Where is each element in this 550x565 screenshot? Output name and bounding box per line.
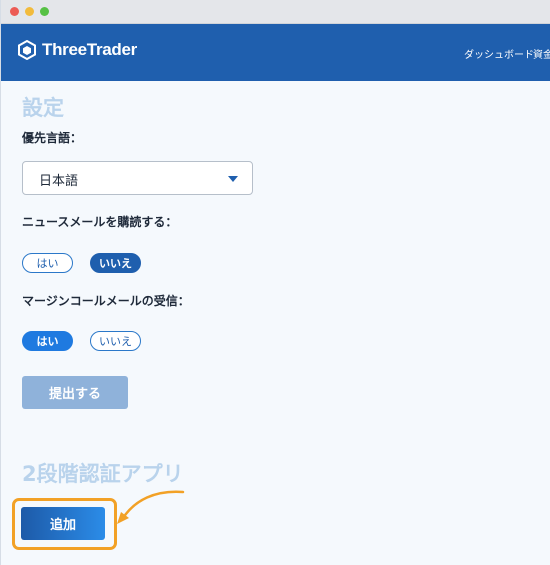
two-factor-title: 2段階認証アプリ <box>22 462 184 486</box>
minimize-window-button[interactable] <box>25 7 34 16</box>
brand-logo[interactable]: ThreeTrader <box>17 40 137 60</box>
newsletter-no-toggle[interactable]: いいえ <box>90 253 141 273</box>
margin-call-yes-toggle[interactable]: はい <box>22 331 73 351</box>
submit-button[interactable]: 提出する <box>22 376 128 409</box>
nav-funds[interactable]: 資金 <box>533 46 550 61</box>
pointer-arrow-icon <box>117 490 185 524</box>
close-window-button[interactable] <box>10 7 19 16</box>
brand-logo-icon <box>18 40 36 60</box>
top-header: ThreeTrader ダッシュボード 資金 <box>1 24 550 81</box>
margin-call-label: マージンコールメールの受信： <box>22 294 190 308</box>
settings-title: 設定 <box>22 96 64 120</box>
nav-dashboard[interactable]: ダッシュボード <box>464 46 534 61</box>
brand-name: ThreeTrader <box>42 40 137 59</box>
newsletter-label: ニュースメールを購読する： <box>22 215 178 229</box>
language-label: 優先言語： <box>22 131 83 145</box>
newsletter-yes-toggle[interactable]: はい <box>22 253 73 273</box>
window-titlebar <box>1 0 550 24</box>
app-window: ThreeTrader ダッシュボード 資金 設定 優先言語： 日本語 ニュース… <box>0 0 550 565</box>
margin-call-no-toggle[interactable]: いいえ <box>90 331 141 351</box>
settings-content: 設定 優先言語： 日本語 ニュースメールを購読する： はい いいえ マージンコー… <box>1 81 550 565</box>
maximize-window-button[interactable] <box>40 7 49 16</box>
caret-down-icon <box>228 176 238 182</box>
add-authenticator-button[interactable]: 追加 <box>21 507 105 540</box>
language-select-value: 日本語 <box>39 174 79 189</box>
language-select[interactable]: 日本語 <box>22 161 253 195</box>
